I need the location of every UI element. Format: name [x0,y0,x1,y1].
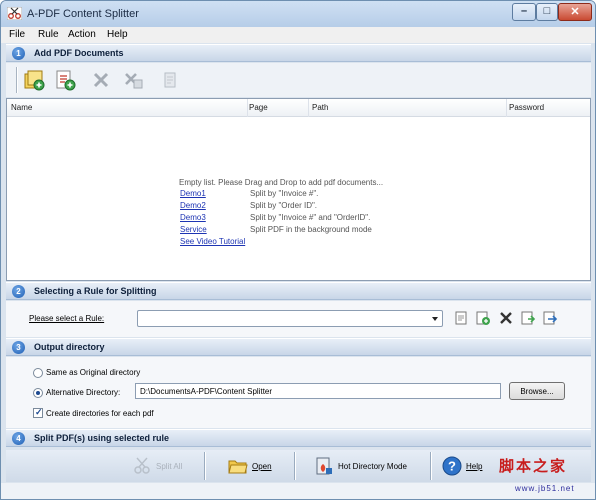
section-add-pdf: 1 Add PDF Documents [6,44,591,62]
close-button[interactable]: ✕ [558,3,592,21]
status-bar [1,483,595,499]
maximize-icon: □ [543,5,551,17]
same-as-original-radio[interactable] [33,368,43,378]
menu-action[interactable]: Action [68,29,96,40]
menu-bar: File Rule Action Help [1,27,595,43]
menu-help[interactable]: Help [107,29,128,40]
minimize-icon: – [520,5,528,17]
title-bar[interactable]: A-PDF Content Splitter – □ ✕ [1,1,595,27]
rule-view-icon[interactable] [453,310,469,326]
video-tutorial-link[interactable]: See Video Tutorial [180,237,245,246]
column-divider[interactable] [308,99,309,117]
document-toolbar [6,63,591,97]
browse-button-label: Browse... [520,387,554,396]
column-path[interactable]: Path [312,103,328,112]
same-as-original-label[interactable]: Same as Original directory [46,368,140,377]
chevron-down-icon [432,317,438,321]
list-header: Name Page Path Password [7,99,590,117]
help-label: Help [466,462,483,471]
svg-text:?: ? [448,459,456,474]
remove-all-icon[interactable] [121,68,145,92]
service-description: Split PDF in the background mode [250,225,372,234]
section-split: 4 Split PDF(s) using selected rule [6,429,591,447]
create-directories-label[interactable]: Create directories for each pdf [46,409,154,418]
column-divider[interactable] [247,99,248,117]
column-page[interactable]: Page [249,103,268,112]
rule-delete-icon[interactable] [498,310,514,326]
add-files-icon[interactable] [22,68,46,92]
section-number: 3 [12,341,25,354]
open-label: Open [252,462,272,471]
alternative-directory-radio[interactable] [33,388,43,398]
settings-icon[interactable] [158,68,182,92]
demo2-description: Split by "Order ID". [250,201,318,210]
demo2-link[interactable]: Demo2 [180,201,206,210]
help-icon: ? [442,456,462,476]
document-list[interactable]: Name Page Path Password Empty list. Plea… [6,98,591,281]
alternative-directory-label[interactable]: Alternative Directory: [46,388,120,397]
rule-export-icon[interactable] [542,310,558,326]
action-separator [430,452,432,480]
rule-import-icon[interactable] [520,310,536,326]
demo1-link[interactable]: Demo1 [180,189,206,198]
empty-list-message: Empty list. Please Drag and Drop to add … [179,178,384,187]
directory-input-value: D:\DocumentsA-PDF\Content Splitter [140,387,273,396]
hot-directory-label: Hot Directory Mode [338,462,407,471]
directory-input[interactable]: D:\DocumentsA-PDF\Content Splitter [135,383,501,399]
create-directories-checkbox[interactable]: ✓ [33,407,43,418]
watermark-title: 脚本之家 [499,458,568,475]
menu-rule[interactable]: Rule [38,29,59,40]
rule-select[interactable] [137,310,443,327]
section-title: Split PDF(s) using selected rule [34,433,170,443]
open-button[interactable]: Open [228,456,278,478]
add-folder-icon[interactable] [53,68,77,92]
app-window: A-PDF Content Splitter – □ ✕ File Rule A… [0,0,596,500]
window-title: A-PDF Content Splitter [27,8,139,20]
demo3-link[interactable]: Demo3 [180,213,206,222]
column-name[interactable]: Name [11,103,32,112]
section-title: Add PDF Documents [34,48,124,58]
maximize-button[interactable]: □ [536,3,558,21]
split-all-label: Split All [156,462,183,471]
section-select-rule: 2 Selecting a Rule for Splitting [6,282,591,300]
section-title: Output directory [34,342,105,352]
remove-icon[interactable] [89,68,113,92]
minimize-button[interactable]: – [512,3,536,21]
folder-open-icon [228,460,248,474]
scissors-icon [134,457,150,474]
action-separator [294,452,296,480]
rule-label: Please select a Rule: [29,314,105,323]
section-output-directory: 3 Output directory [6,338,591,356]
watermark-url: www.jb51.net [515,484,575,493]
rule-add-icon[interactable] [475,310,491,326]
hot-directory-icon [316,457,332,475]
section-number: 1 [12,47,25,60]
split-all-button[interactable]: Split All [132,456,192,478]
column-password[interactable]: Password [509,103,544,112]
browse-button[interactable]: Browse... [509,382,565,400]
section-title: Selecting a Rule for Splitting [34,286,157,296]
help-button[interactable]: ? Help [442,456,492,478]
scissors-app-icon [7,7,22,20]
demo1-description: Split by "Invoice #". [250,189,319,198]
toolbar-separator [16,67,18,93]
column-divider[interactable] [506,99,507,117]
demo3-description: Split by "Invoice #" and "OrderID". [250,213,371,222]
checkmark-icon: ✓ [35,407,43,417]
section-number: 4 [12,432,25,445]
service-link[interactable]: Service [180,225,207,234]
menu-file[interactable]: File [9,29,25,40]
action-separator [204,452,206,480]
hot-directory-button[interactable]: Hot Directory Mode [314,456,424,478]
section-number: 2 [12,285,25,298]
close-icon: ✕ [570,6,580,18]
